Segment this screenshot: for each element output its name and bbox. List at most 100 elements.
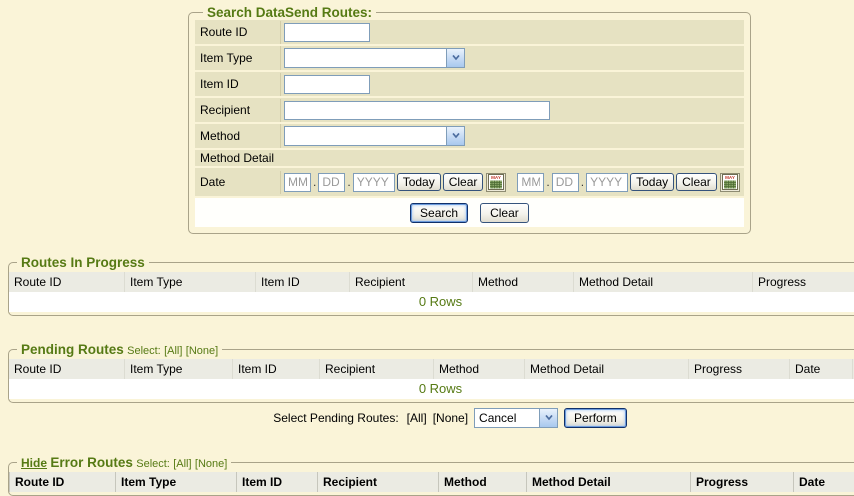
item-id-input[interactable] xyxy=(284,75,370,94)
date-separator: . xyxy=(546,173,549,192)
method-label: Method xyxy=(195,129,280,143)
item-id-label: Item ID xyxy=(195,77,280,91)
item-id-row: Item ID xyxy=(195,72,744,96)
pending-routes-table: Route ID Item Type Item ID Recipient Met… xyxy=(9,359,854,399)
column-header-progress: Progress xyxy=(753,272,854,292)
pending-action-select[interactable]: Cancel xyxy=(474,408,558,428)
column-header-item-type: Item Type xyxy=(125,272,256,292)
pending-action-label: Select Pending Routes: xyxy=(273,411,398,425)
error-select-none-link[interactable]: [None] xyxy=(195,458,227,470)
date-to-calendar-button[interactable]: MAY xyxy=(720,173,740,192)
svg-text:MAY: MAY xyxy=(492,175,502,180)
method-select[interactable] xyxy=(284,126,465,146)
pending-select-label: Select: xyxy=(127,345,161,357)
error-select-label: Select: xyxy=(136,458,170,470)
row-count-text: 0 Rows xyxy=(9,379,854,399)
error-routes-title: Error Routes xyxy=(50,455,133,470)
date-from-month-input[interactable] xyxy=(284,173,311,192)
perform-button[interactable]: Perform xyxy=(564,408,627,428)
routes-in-progress-title: Routes In Progress xyxy=(21,255,145,270)
pending-routes-title: Pending Routes xyxy=(21,342,124,357)
chevron-down-icon xyxy=(446,49,464,67)
date-to-day-input[interactable] xyxy=(552,173,579,192)
column-header-recipient: Recipient xyxy=(320,359,434,379)
column-header-route-id: Route ID xyxy=(9,359,125,379)
method-detail-label: Method Detail xyxy=(195,151,280,165)
row-count-text: 0 Rows xyxy=(9,292,854,312)
column-header-date: Date xyxy=(790,359,853,379)
date-from-year-input[interactable] xyxy=(353,173,395,192)
method-row: Method xyxy=(195,124,744,148)
recipient-label: Recipient xyxy=(195,103,280,117)
routes-in-progress-table: Route ID Item Type Item ID Recipient Met… xyxy=(9,272,854,312)
error-routes-panel: Hide Error Routes Select: [All] [None] R… xyxy=(8,455,854,496)
pending-action-none-link[interactable]: [None] xyxy=(433,411,468,425)
column-header-item-type: Item Type xyxy=(125,359,233,379)
item-type-row: Item Type xyxy=(195,46,744,70)
pending-select-all-link[interactable]: [All] xyxy=(164,345,182,357)
table-header-row: Route ID Item Type Item ID Recipient Met… xyxy=(9,359,854,379)
table-empty-row: 0 Rows xyxy=(9,379,854,399)
table-empty-row: 0 Rows xyxy=(9,292,854,312)
clear-button[interactable]: Clear xyxy=(480,203,529,223)
recipient-input[interactable] xyxy=(284,101,550,120)
routes-in-progress-panel: Routes In Progress Route ID Item Type It… xyxy=(8,255,854,316)
search-routes-panel: Search DataSend Routes: Route ID Item Ty… xyxy=(188,5,751,234)
column-header-method-detail: Method Detail xyxy=(527,472,691,492)
column-header-date: Date xyxy=(794,472,854,492)
date-separator: . xyxy=(347,173,350,192)
chevron-down-icon xyxy=(446,127,464,145)
date-separator: . xyxy=(313,173,316,192)
route-id-input[interactable] xyxy=(284,23,370,42)
date-from-calendar-button[interactable]: MAY xyxy=(486,173,506,192)
item-type-label: Item Type xyxy=(195,51,280,65)
column-header-item-id: Item ID xyxy=(233,359,320,379)
recipient-row: Recipient xyxy=(195,98,744,122)
error-hide-link[interactable]: Hide xyxy=(21,456,47,470)
date-to-today-button[interactable]: Today xyxy=(630,173,674,191)
route-id-label: Route ID xyxy=(195,25,280,39)
table-header-row: Route ID Item Type Item ID Recipient Met… xyxy=(10,472,854,492)
column-header-method: Method xyxy=(473,272,574,292)
search-button[interactable]: Search xyxy=(410,203,468,223)
table-header-row: Route ID Item Type Item ID Recipient Met… xyxy=(9,272,854,292)
search-panel-title: Search DataSend Routes: xyxy=(203,5,376,20)
date-to-year-input[interactable] xyxy=(586,173,628,192)
column-header-route-id: Route ID xyxy=(10,472,116,492)
column-header-progress: Progress xyxy=(691,472,794,492)
pending-select-none-link[interactable]: [None] xyxy=(186,345,218,357)
calendar-icon: MAY xyxy=(720,173,740,192)
column-header-route-id: Route ID xyxy=(9,272,125,292)
column-header-method: Method xyxy=(434,359,525,379)
pending-action-all-link[interactable]: [All] xyxy=(407,411,427,425)
error-routes-table: Route ID Item Type Item ID Recipient Met… xyxy=(9,472,854,492)
date-from-today-button[interactable]: Today xyxy=(397,173,441,191)
pending-routes-panel: Pending Routes Select: [All] [None] Rout… xyxy=(8,342,854,403)
method-detail-row: Method Detail xyxy=(195,150,744,166)
svg-text:MAY: MAY xyxy=(725,175,735,180)
search-form-actions: Search Clear xyxy=(195,198,744,227)
date-from-day-input[interactable] xyxy=(318,173,345,192)
column-header-item-id: Item ID xyxy=(256,272,350,292)
date-separator: . xyxy=(581,173,584,192)
column-header-recipient: Recipient xyxy=(350,272,473,292)
date-to-month-input[interactable] xyxy=(517,173,544,192)
route-id-row: Route ID xyxy=(195,20,744,44)
column-header-recipient: Recipient xyxy=(318,472,439,492)
pending-action-select-value: Cancel xyxy=(475,411,520,425)
date-to-clear-button[interactable]: Clear xyxy=(676,173,717,191)
chevron-down-icon xyxy=(539,409,557,427)
column-header-method: Method xyxy=(439,472,527,492)
column-header-item-id: Item ID xyxy=(237,472,318,492)
column-header-method-detail: Method Detail xyxy=(574,272,753,292)
date-from-clear-button[interactable]: Clear xyxy=(443,173,484,191)
error-select-all-link[interactable]: [All] xyxy=(173,458,191,470)
calendar-icon: MAY xyxy=(486,173,506,192)
date-row: Date . . Today Clear MAY . . xyxy=(195,168,744,196)
date-label: Date xyxy=(195,175,280,189)
item-type-select[interactable] xyxy=(284,48,465,68)
column-header-method-detail: Method Detail xyxy=(525,359,689,379)
column-header-item-type: Item Type xyxy=(116,472,237,492)
pending-action-bar: Select Pending Routes: [All] [None] Canc… xyxy=(0,408,854,428)
column-header-progress: Progress xyxy=(689,359,790,379)
